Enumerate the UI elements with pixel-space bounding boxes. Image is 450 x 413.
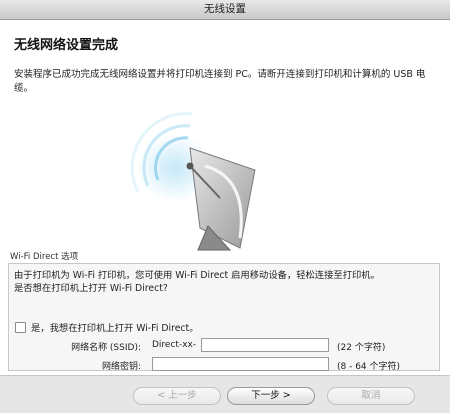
window-title: 无线设置 [204, 3, 246, 15]
next-button[interactable]: 下一步 > [227, 387, 315, 405]
wifi-direct-info-line-2: 是否想在打印机上打开 Wi-Fi Direct? [14, 283, 168, 294]
ssid-prefix: Direct-xx- [152, 340, 197, 350]
ssid-input[interactable] [201, 338, 329, 352]
page-title: 无线网络设置完成 [14, 38, 119, 53]
ssid-label: 网络名称 (SSID): [71, 343, 141, 353]
network-key-hint: (8 - 64 个字符) [337, 362, 401, 372]
button-bar: < 上一步 下一步 > 取消 [0, 375, 450, 413]
description-text: 安装程序已成功完成无线网络设置并将打印机连接到 PC。请断开连接到打印机和计算机… [14, 69, 426, 94]
satellite-dish-icon [130, 112, 256, 251]
wifi-direct-info-line-1: 由于打印机为 Wi-Fi 打印机，您可使用 Wi-Fi Direct 启用移动设… [14, 270, 380, 281]
network-key-input[interactable] [152, 357, 329, 371]
wifi-direct-info: 由于打印机为 Wi-Fi 打印机，您可使用 Wi-Fi Direct 启用移动设… [14, 269, 434, 295]
network-key-label: 网络密钥: [101, 362, 141, 372]
ssid-hint: (22 个字符) [337, 343, 386, 353]
window-titlebar: 无线设置 [0, 0, 450, 20]
wifi-direct-panel: 由于打印机为 Wi-Fi 打印机，您可使用 Wi-Fi Direct 启用移动设… [8, 263, 440, 372]
back-button[interactable]: < 上一步 [133, 387, 221, 405]
enable-wifi-direct-row[interactable]: 是，我想在打印机上打开 Wi-Fi Direct。 [15, 320, 199, 334]
enable-wifi-direct-checkbox[interactable] [15, 321, 26, 333]
main-content: 无线网络设置完成 安装程序已成功完成无线网络设置并将打印机连接到 PC。请断开连… [0, 20, 450, 375]
enable-wifi-direct-label[interactable]: 是，我想在打印机上打开 Wi-Fi Direct。 [31, 320, 199, 334]
wifi-direct-section-label: Wi-Fi Direct 选项 [10, 252, 79, 262]
cancel-button[interactable]: 取消 [327, 387, 415, 405]
